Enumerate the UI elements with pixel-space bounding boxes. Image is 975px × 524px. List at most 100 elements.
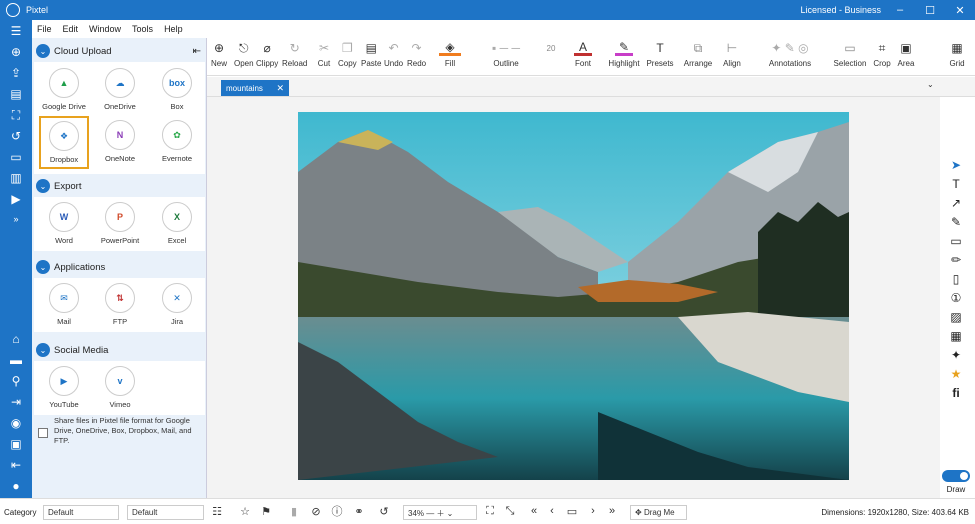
social-media-header[interactable]: ⌄ Social Media <box>34 341 205 359</box>
star-tool-icon[interactable]: ★ <box>948 366 964 382</box>
tab-mountains[interactable]: mountains ✕ <box>221 80 289 96</box>
link-icon[interactable]: ⚭ <box>352 504 366 518</box>
page-icon[interactable]: ▭ <box>565 504 579 518</box>
zoom-control[interactable]: 34% — ＋ ⌄ <box>403 505 477 520</box>
fit-screen-icon[interactable]: ⛶ <box>483 504 497 518</box>
bookmark-icon[interactable]: ▮ <box>287 504 301 518</box>
pen-tool-icon[interactable]: ✎ <box>948 214 964 230</box>
google-drive-button[interactable]: ▲ Google Drive <box>39 68 89 111</box>
search-icon[interactable]: ⚲ <box>8 373 24 389</box>
paste-button[interactable]: ▤ Paste <box>361 40 381 68</box>
text-tool-icon[interactable]: T <box>948 176 964 192</box>
scroll-capture-icon[interactable]: ▥ <box>8 170 24 186</box>
export-icon[interactable]: ⇥ <box>8 394 24 410</box>
expand-rail-icon[interactable]: » <box>8 211 24 227</box>
onedrive-button[interactable]: ☁ OneDrive <box>95 68 145 111</box>
align-button[interactable]: ⊢ Align <box>720 40 744 68</box>
menu-help[interactable]: Help <box>164 24 183 34</box>
history-icon[interactable]: ↺ <box>8 128 24 144</box>
properties-icon[interactable]: ☷ <box>210 504 224 518</box>
area-button[interactable]: ▣ Area <box>896 40 916 68</box>
blur-tool-icon[interactable]: ▦ <box>948 328 964 344</box>
menu-file[interactable]: File <box>37 24 52 34</box>
jira-button[interactable]: ✕ Jira <box>152 283 202 326</box>
share-pixtel-checkbox[interactable] <box>38 428 48 438</box>
excel-button[interactable]: X Excel <box>152 202 202 245</box>
collapse-panel-icon[interactable]: ⇤ <box>193 46 201 57</box>
document-icon[interactable]: ▤ <box>8 86 24 102</box>
selection-button[interactable]: ▭ Selection <box>833 40 867 68</box>
image-tool-icon[interactable]: ▨ <box>948 309 964 325</box>
redo-button[interactable]: ↷ Redo <box>407 40 426 68</box>
tab-list-dropdown-icon[interactable]: ⌄ <box>927 80 939 94</box>
print-icon[interactable]: ▣ <box>8 436 24 452</box>
target-icon[interactable]: ⊕ <box>8 44 24 60</box>
clippy-button[interactable]: ⌀ Clippy <box>256 40 278 68</box>
dropbox-button[interactable]: ❖ Dropbox <box>39 116 89 169</box>
word-button[interactable]: W Word <box>39 202 89 245</box>
export-header[interactable]: ⌄ Export <box>34 177 205 195</box>
capture-region-icon[interactable]: ⛶ <box>8 107 24 123</box>
hamburger-menu-icon[interactable]: ☰ <box>8 23 24 39</box>
copy-button[interactable]: ❐ Copy <box>338 40 357 68</box>
annotations-button[interactable]: ✦ ✎ ◎ Annotations <box>767 40 813 68</box>
ftp-button[interactable]: ⇅ FTP <box>95 283 145 326</box>
home-icon[interactable]: ⌂ <box>8 331 24 347</box>
window-icon[interactable]: ▭ <box>8 149 24 165</box>
youtube-button[interactable]: ▶ YouTube <box>39 366 89 409</box>
drag-me-button[interactable]: ✥ Drag Me <box>630 505 687 520</box>
presets-button[interactable]: T Presets <box>645 40 675 68</box>
menu-edit[interactable]: Edit <box>63 24 79 34</box>
last-page-icon[interactable]: » <box>605 504 619 518</box>
draw-toggle[interactable]: Draw <box>941 470 971 496</box>
favorite-star-icon[interactable]: ☆ <box>238 504 252 518</box>
outline-button[interactable]: ▪ ─ ─ Outline <box>489 40 523 68</box>
canvas-area[interactable] <box>207 97 940 498</box>
reload-button[interactable]: ↻ Reload <box>282 40 307 68</box>
rectangle-tool-icon[interactable]: ▭ <box>948 233 964 249</box>
next-page-icon[interactable]: › <box>586 504 600 518</box>
actual-size-icon[interactable]: ⤡ <box>503 504 517 518</box>
new-button[interactable]: ⊕ New <box>211 40 227 68</box>
first-page-icon[interactable]: « <box>527 504 541 518</box>
note-tool-icon[interactable]: ▯ <box>948 271 964 287</box>
function-tool-icon[interactable]: fi <box>948 385 964 401</box>
minimize-button[interactable]: – <box>885 0 915 20</box>
upload-icon[interactable]: ⇪ <box>8 65 24 81</box>
applications-header[interactable]: ⌄ Applications <box>34 258 205 276</box>
step-tool-icon[interactable]: ① <box>948 290 964 306</box>
magic-tool-icon[interactable]: ✦ <box>948 347 964 363</box>
maximize-button[interactable]: ☐ <box>915 0 945 20</box>
powerpoint-button[interactable]: P PowerPoint <box>95 202 145 245</box>
info-icon[interactable]: ⓘ <box>330 504 344 518</box>
menu-tools[interactable]: Tools <box>132 24 153 34</box>
close-button[interactable]: ✕ <box>945 0 975 20</box>
box-button[interactable]: box Box <box>152 68 202 111</box>
share-icon[interactable]: ◉ <box>8 415 24 431</box>
flag-icon[interactable]: ⚑ <box>259 504 273 518</box>
user-icon[interactable]: ● <box>8 478 24 494</box>
font-size-select[interactable]: 20 <box>540 40 562 56</box>
marker-tool-icon[interactable]: ✏ <box>948 252 964 268</box>
style-select[interactable]: Default <box>127 505 204 520</box>
mail-button[interactable]: ✉ Mail <box>39 283 89 326</box>
mountains-image[interactable] <box>298 112 849 480</box>
history-icon[interactable]: ↺ <box>377 504 391 518</box>
menu-window[interactable]: Window <box>89 24 121 34</box>
tag-icon[interactable]: ⊘ <box>309 504 323 518</box>
undo-button[interactable]: ↶ Undo <box>384 40 403 68</box>
fill-button[interactable]: ◈ Fill <box>435 40 465 68</box>
cloud-upload-header[interactable]: ⌄ Cloud Upload ⇤ <box>34 42 205 60</box>
highlight-button[interactable]: ✎ Highlight <box>607 40 641 69</box>
vimeo-button[interactable]: v Vimeo <box>95 366 145 409</box>
onenote-button[interactable]: N OneNote <box>95 120 145 163</box>
sign-in-icon[interactable]: ⇤ <box>8 457 24 473</box>
arrange-button[interactable]: ⧉ Arrange <box>681 40 715 69</box>
video-icon[interactable]: ▶ <box>8 191 24 207</box>
grid-button[interactable]: ▦ Grid <box>947 40 967 68</box>
previous-page-icon[interactable]: ‹ <box>545 504 559 518</box>
arrow-tool-icon[interactable]: ↗ <box>948 195 964 211</box>
crop-button[interactable]: ⌗ Crop <box>873 40 891 69</box>
pointer-tool-icon[interactable]: ➤ <box>948 157 964 173</box>
close-tab-icon[interactable]: ✕ <box>276 83 284 94</box>
